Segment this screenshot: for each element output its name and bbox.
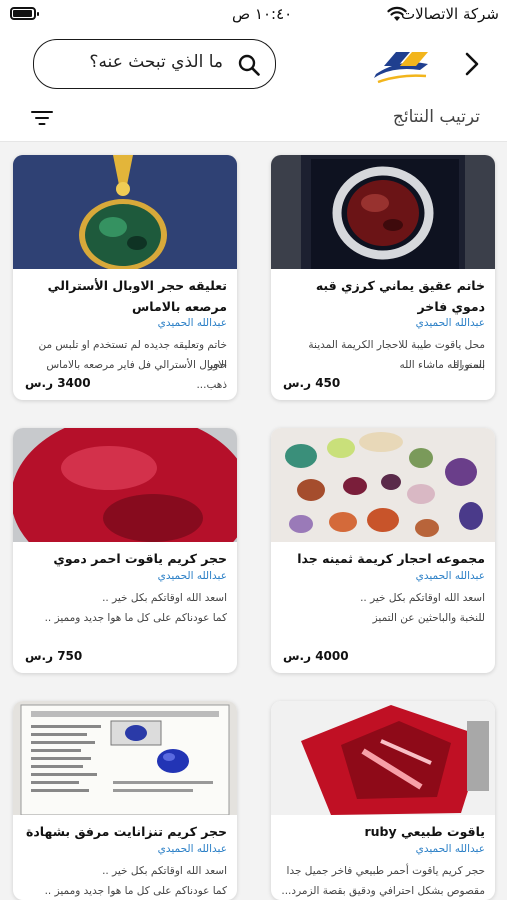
header: ما الذي تبحث عنه؟ ترتيب النتائج [0, 30, 507, 142]
search-input[interactable]: ما الذي تبحث عنه؟ [33, 39, 276, 89]
product-description: اسعد الله اوقاتكم بكل خير .. [102, 592, 227, 604]
battery-icon [10, 7, 39, 20]
product-description: اسعد الله اوقاتكم بكل خير .. [102, 865, 227, 877]
product-image [13, 155, 237, 269]
product-title: ياقوت طبيعي ruby [364, 824, 485, 839]
product-price: 4000 ر.س [283, 649, 349, 663]
seller-link[interactable]: عبدالله الحميدي [23, 843, 227, 855]
search-placeholder: ما الذي تبحث عنه؟ [89, 52, 223, 72]
app-logo [374, 52, 428, 84]
product-title: حجر كريم تنزانايت مرفق بشهادة [25, 824, 227, 839]
product-title: مجموعه احجار كريمة ثمينه جدا [297, 551, 485, 566]
seller-link[interactable]: عبدالله الحميدي [281, 843, 485, 855]
seller-link[interactable]: عبدالله الحميدي [281, 317, 485, 329]
product-description: للنخبة والباحثين عن التميز [372, 612, 485, 624]
status-bar: ١٠:٤٠ ص شركة الاتصالات [0, 0, 507, 30]
carrier-name: شركة الاتصالات [401, 5, 499, 23]
filter-icon[interactable] [31, 110, 53, 126]
product-description: كما عودناكم على كل ما هوا جديد ومميز .. [44, 885, 227, 897]
product-card[interactable]: مجموعه احجار كريمة ثمينه جدا عبدالله الح… [271, 428, 495, 673]
product-title: خاتم عقيق يماني كرزي قبه دموي فاخر [315, 278, 485, 314]
search-icon[interactable] [237, 53, 261, 77]
product-image [13, 428, 237, 542]
product-price: 3400 ر.س [25, 376, 91, 390]
sort-results-label[interactable]: ترتيب النتائج [393, 107, 480, 127]
product-card[interactable]: حجر كريم ياقوت احمر دموي عبدالله الحميدي… [13, 428, 237, 673]
product-price: 450 ر.س [283, 376, 341, 390]
chevron-right-icon[interactable] [460, 50, 484, 78]
status-time: ١٠:٤٠ ص [232, 5, 293, 23]
product-image [13, 701, 237, 815]
product-image [271, 701, 495, 815]
product-title: تعليقه حجر الاوبال الأسترالي مرصعه بالام… [47, 278, 227, 314]
product-description: مقصوص بشكل احترافي ودقيق بقصة الزمرد... [281, 885, 485, 897]
seller-link[interactable]: عبدالله الحميدي [23, 570, 227, 582]
product-description: بسم الله ماشاء الله [399, 359, 486, 371]
product-card[interactable]: حجر كريم تنزانايت مرفق بشهادة عبدالله ال… [13, 701, 237, 900]
seller-link[interactable]: عبدالله الحميدي [23, 317, 227, 329]
product-title: حجر كريم ياقوت احمر دموي [53, 551, 227, 566]
product-description: اسعد الله اوقاتكم بكل خير .. [360, 592, 485, 604]
product-card[interactable]: تعليقه حجر الاوبال الأسترالي مرصعه بالام… [13, 155, 237, 400]
product-image [271, 428, 495, 542]
product-grid: خاتم عقيق يماني كرزي قبه دموي فاخر عبدال… [0, 142, 507, 900]
product-price: 750 ر.س [25, 649, 83, 663]
product-description: كما عودناكم على كل ما هوا جديد ومميز .. [44, 612, 227, 624]
product-description: حجر كريم ياقوت أحمر طبيعي فاخر جميل جدا [286, 865, 485, 877]
product-card[interactable]: خاتم عقيق يماني كرزي قبه دموي فاخر عبدال… [271, 155, 495, 400]
product-card[interactable]: ياقوت طبيعي ruby عبدالله الحميدي حجر كري… [271, 701, 495, 900]
product-image [271, 155, 495, 269]
seller-link[interactable]: عبدالله الحميدي [281, 570, 485, 582]
